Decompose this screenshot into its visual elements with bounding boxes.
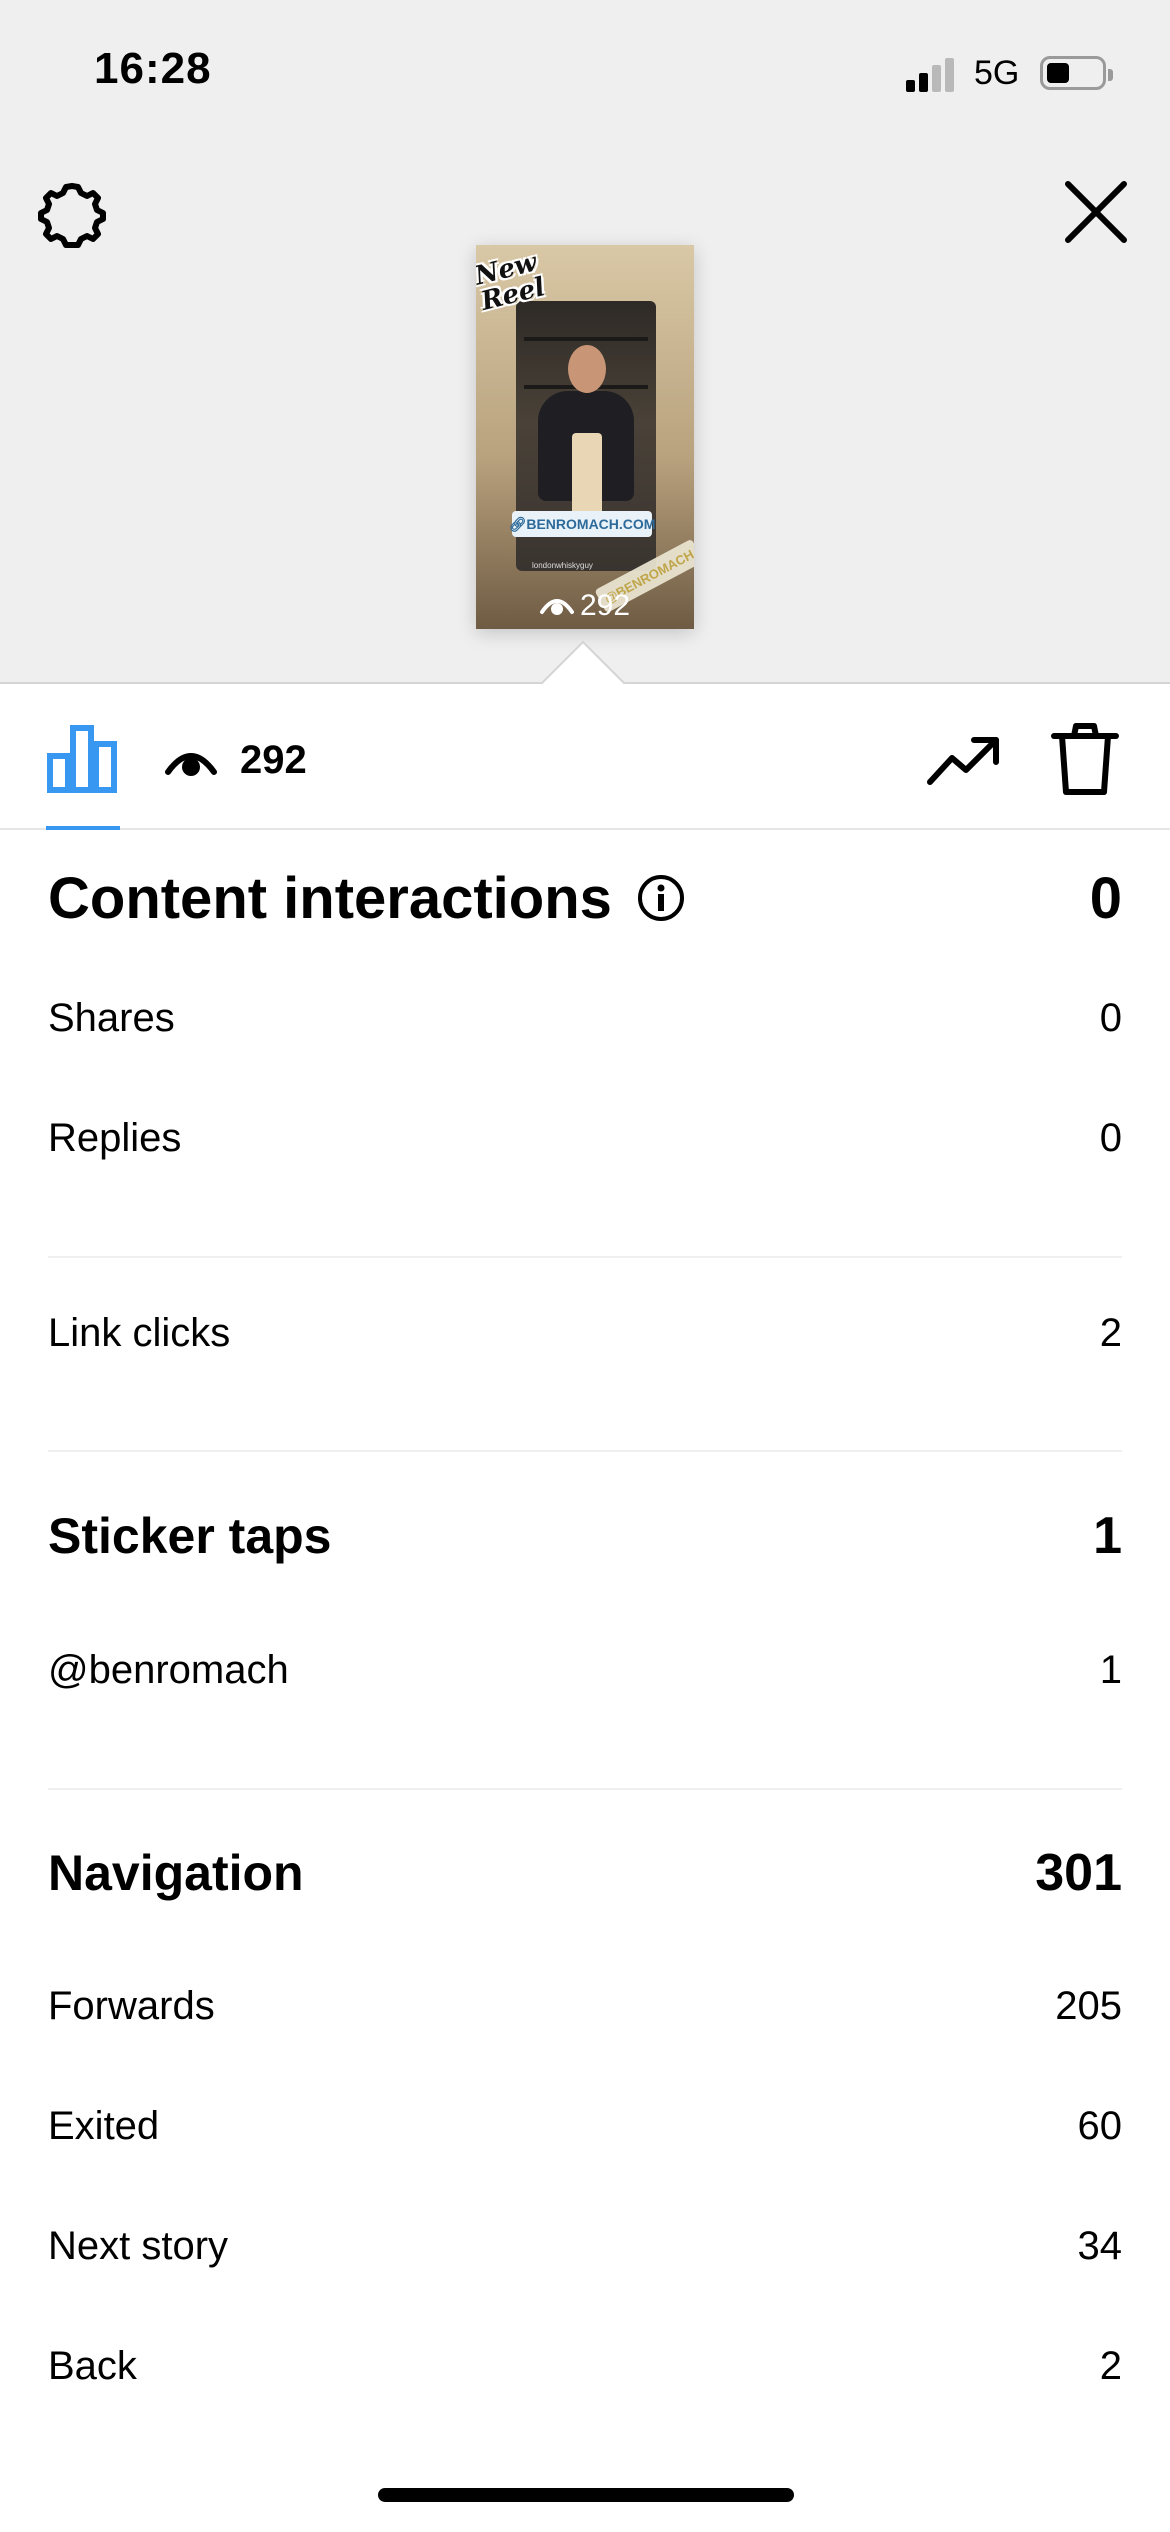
active-tab-indicator [46,826,120,830]
divider [48,1450,1122,1452]
navigation-label: Navigation [48,1845,304,1901]
content-interactions-row: Content interactions 0 [48,858,1122,938]
trash-icon [1051,723,1119,795]
story-thumbnail[interactable]: New Reel 🔗︎ BENROMACH.COM londonwhiskygu… [476,245,694,629]
forwards-row: Forwards 205 [48,1976,1122,2036]
exited-row: Exited 60 [48,2096,1122,2156]
sticker-benromach-row: @benromach 1 [48,1640,1122,1700]
navigation-value: 301 [1035,1844,1122,1902]
back-value: 2 [1099,2343,1122,2388]
views-count[interactable]: 292 [240,738,307,783]
gear-icon [38,183,106,248]
insights-tabbar: 292 [0,686,1170,830]
replies-value: 0 [1099,1115,1122,1160]
eye-icon [165,753,217,776]
content-interactions-label: Content interactions [48,865,612,931]
replies-row: Replies 0 [48,1108,1122,1168]
tab-insights[interactable] [46,722,118,794]
shares-row: Shares 0 [48,988,1122,1048]
replies-label: Replies [48,1115,182,1160]
link-clicks-value: 2 [1099,1310,1122,1355]
divider [48,1788,1122,1790]
info-icon[interactable] [636,873,686,923]
link-sticker: 🔗︎ BENROMACH.COM [508,511,655,537]
link-icon: 🔗︎ [508,515,527,532]
network-label: 5G [974,54,1020,92]
shares-label: Shares [48,995,175,1040]
settings-button[interactable] [36,178,108,250]
forwards-label: Forwards [48,1983,215,2028]
link-clicks-label: Link clicks [48,1310,231,1355]
signal-icon [906,56,958,92]
link-clicks-row: Link clicks 2 [48,1303,1122,1363]
battery-icon [1040,56,1113,90]
back-label: Back [48,2343,137,2388]
bar-chart-icon [47,725,117,793]
sticker-benromach-label: @benromach [48,1647,289,1692]
next-story-row: Next story 34 [48,2216,1122,2276]
forwards-value: 205 [1055,1983,1122,2028]
status-time: 16:28 [94,44,212,93]
viewers-button[interactable] [164,736,218,790]
status-bar: 16:28 5G [0,0,1170,140]
back-row: Back 2 [48,2336,1122,2396]
sticker-benromach-value: 1 [1099,1647,1122,1692]
exited-value: 60 [1077,2103,1123,2148]
sticker-taps-value: 1 [1093,1507,1122,1565]
eye-icon [539,599,574,615]
content-interactions-value: 0 [1089,865,1122,931]
delete-button[interactable] [1050,722,1120,798]
home-indicator[interactable] [378,2488,794,2502]
next-story-label: Next story [48,2223,229,2268]
promote-button[interactable] [926,730,1002,790]
sticker-taps-row: Sticker taps 1 [48,1498,1122,1574]
story-preview-area: 16:28 5G New Reel 🔗︎ BENROMACH.COM londo… [0,0,1170,684]
divider [48,1256,1122,1258]
exited-label: Exited [48,2103,160,2148]
story-handle: londonwhiskyguy [532,561,593,570]
navigation-row: Navigation 301 [48,1835,1122,1911]
close-icon [1065,181,1127,243]
shares-value: 0 [1099,995,1122,1040]
trending-up-icon [927,737,999,785]
next-story-value: 34 [1077,2223,1123,2268]
thumbnail-views: 292 [476,589,694,623]
close-button[interactable] [1060,176,1132,248]
sticker-taps-label: Sticker taps [48,1508,332,1564]
